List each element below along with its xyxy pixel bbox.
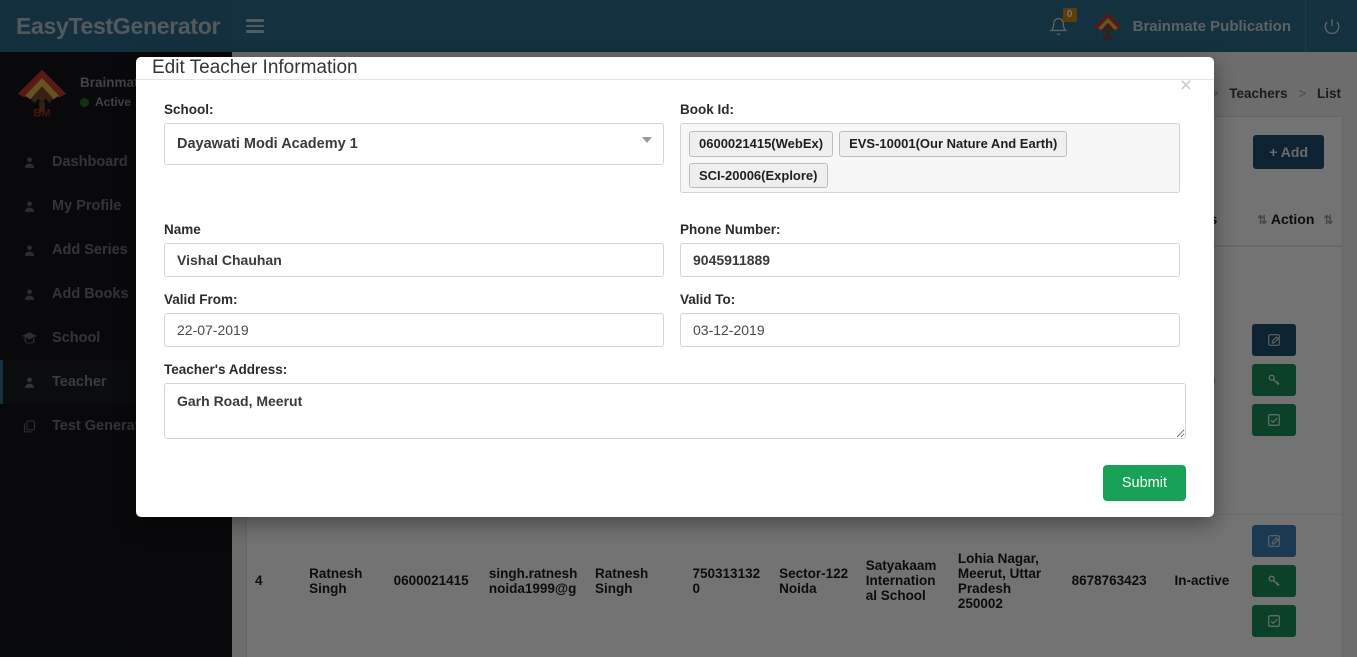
school-label: School: bbox=[164, 102, 214, 117]
close-icon[interactable]: × bbox=[1174, 74, 1198, 97]
valid-from-input[interactable] bbox=[164, 313, 664, 348]
book-id-tag[interactable]: 0600021415(WebEx) bbox=[689, 131, 834, 157]
form-col-left: Valid From: bbox=[164, 292, 664, 362]
field-valid-from: Valid From: bbox=[164, 292, 664, 348]
name-input[interactable] bbox=[164, 243, 664, 278]
phone-input[interactable] bbox=[680, 243, 1180, 278]
form-col-right: Phone Number: bbox=[680, 222, 1180, 292]
field-name: Name bbox=[164, 222, 664, 278]
book-id-tag[interactable]: EVS-10001(Our Nature And Earth) bbox=[839, 131, 1068, 157]
school-select[interactable]: Dayawati Modi Academy 1 bbox=[164, 123, 664, 165]
book-id-tag[interactable]: SCI-20006(Explore) bbox=[689, 162, 828, 189]
address-textarea[interactable] bbox=[164, 383, 1186, 440]
form-col-left: School: Dayawati Modi Academy 1 bbox=[164, 102, 664, 208]
field-school: School: Dayawati Modi Academy 1 bbox=[164, 102, 664, 165]
name-label: Name bbox=[164, 222, 201, 238]
form-col-left: Name bbox=[164, 222, 664, 292]
valid-to-input[interactable] bbox=[680, 313, 1180, 348]
submit-button[interactable]: Submit bbox=[1102, 465, 1186, 502]
field-phone: Phone Number: bbox=[680, 222, 1180, 278]
field-address: Teacher's Address: bbox=[164, 362, 1186, 444]
field-valid-to: Valid To: bbox=[680, 292, 1180, 348]
form-col-right: Book Id: 0600021415(WebEx) EVS-10001(Our… bbox=[680, 102, 1180, 208]
field-book-id: Book Id: 0600021415(WebEx) EVS-10001(Our… bbox=[680, 102, 1180, 194]
form-row-3: Valid From: Valid To: bbox=[164, 292, 1186, 362]
modal-header: Edit Teacher Information × bbox=[136, 57, 1214, 96]
modal-title: Edit Teacher Information bbox=[152, 57, 358, 78]
modal-footer: Submit bbox=[136, 459, 1214, 521]
modal-body: School: Dayawati Modi Academy 1 Book Id:… bbox=[136, 80, 1214, 459]
form-col-right: Valid To: bbox=[680, 292, 1180, 362]
valid-from-label: Valid From: bbox=[164, 292, 238, 308]
address-label: Teacher's Address: bbox=[164, 362, 288, 378]
book-id-label: Book Id: bbox=[680, 102, 734, 117]
edit-teacher-modal: Edit Teacher Information × School: Dayaw… bbox=[136, 57, 1214, 517]
phone-label: Phone Number: bbox=[680, 222, 781, 238]
form-row-1: School: Dayawati Modi Academy 1 Book Id:… bbox=[164, 102, 1186, 208]
school-select-wrapper: Dayawati Modi Academy 1 bbox=[164, 123, 664, 165]
form-row-2: Name Phone Number: bbox=[164, 222, 1186, 292]
book-id-tag-list[interactable]: 0600021415(WebEx) EVS-10001(Our Nature A… bbox=[680, 123, 1180, 194]
valid-to-label: Valid To: bbox=[680, 292, 736, 308]
application-root: EasyTestGenerator 0 BM bbox=[0, 0, 1357, 657]
